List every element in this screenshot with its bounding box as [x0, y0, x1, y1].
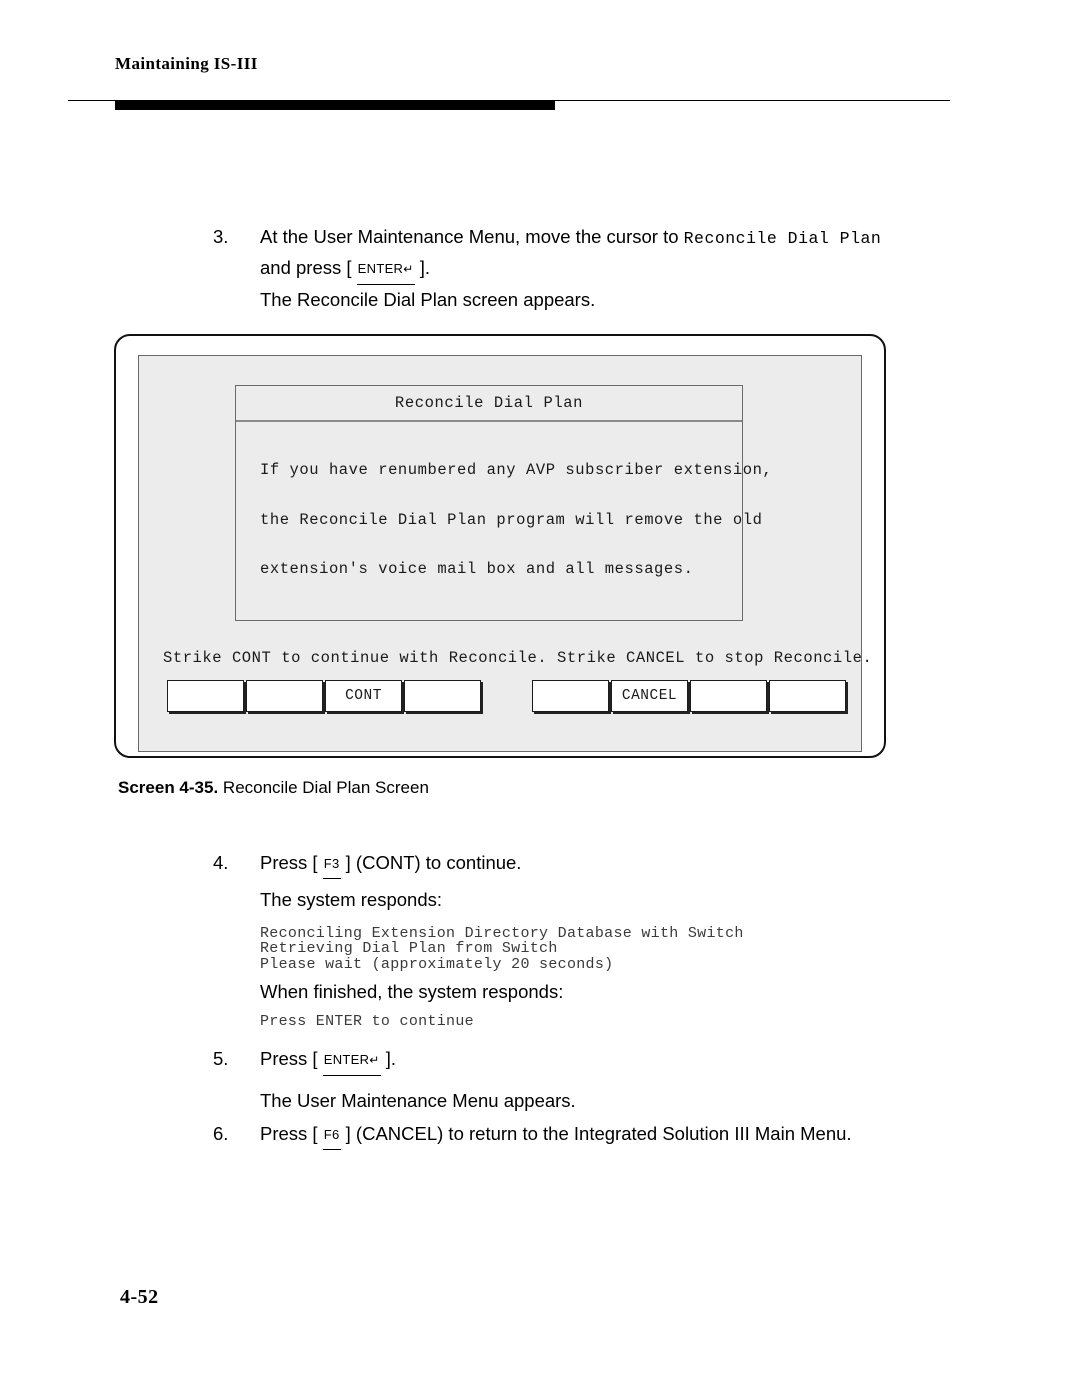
function-key-f6-cancel[interactable]: CANCEL — [611, 680, 688, 712]
step-4-body: Press [ F3 ] (CONT) to continue. — [260, 848, 960, 880]
function-key-f2[interactable] — [246, 680, 323, 712]
step-3-text-line2-after: ]. — [414, 257, 431, 278]
dialog-title: Reconcile Dial Plan — [236, 386, 742, 422]
f3-key-cap: F3 — [322, 849, 341, 879]
f6-key-cap: F6 — [322, 1120, 341, 1150]
system-response-line-3: Please wait (approximately 20 seconds) — [260, 956, 614, 973]
running-header-title: Maintaining IS-III — [115, 54, 258, 73]
figure-caption: Screen 4-35. Reconcile Dial Plan Screen — [118, 776, 429, 800]
step-6-number: 6. — [213, 1123, 229, 1144]
step-3-mono-term: Reconcile Dial Plan — [683, 229, 882, 248]
step-4-followup: The system responds: — [260, 889, 442, 910]
step-4-text-before: Press [ — [260, 852, 323, 873]
function-key-f3-cont[interactable]: CONT — [325, 680, 402, 712]
function-key-f4[interactable] — [404, 680, 481, 712]
dialog-body-line-2: the Reconcile Dial Plan program will rem… — [260, 510, 763, 529]
when-finished-label: When finished, the system responds: — [260, 981, 564, 1002]
function-key-row-right: CANCEL — [532, 680, 846, 712]
step-3-number: 3. — [213, 226, 229, 247]
figure-caption-text: Reconcile Dial Plan Screen — [218, 778, 429, 797]
screen-prompt-text: Strike CONT to continue with Reconcile. … — [163, 649, 873, 667]
step-5-body: Press [ ENTER↵ ]. — [260, 1044, 960, 1077]
return-arrow-icon: ↵ — [403, 262, 414, 276]
step-3-followup: The Reconcile Dial Plan screen appears. — [260, 289, 596, 310]
reconcile-dial-plan-dialog: Reconcile Dial Plan If you have renumber… — [235, 385, 773, 621]
step-5-text-before: Press [ — [260, 1048, 323, 1069]
step-6-text-after: ] (CANCEL) to return to the Integrated S… — [340, 1123, 852, 1144]
dialog-body-line-1: If you have renumbered any AVP subscribe… — [260, 461, 773, 479]
dialog-body: If you have renumbered any AVP subscribe… — [236, 422, 773, 620]
step-5-followup: The User Maintenance Menu appears. — [260, 1090, 576, 1111]
step-3-body: At the User Maintenance Menu, move the c… — [260, 222, 960, 286]
system-response-finished-line: Press ENTER to continue — [260, 1013, 474, 1030]
dialog-body-line-3: extension's voice mail box and all messa… — [260, 560, 694, 578]
function-key-f1[interactable] — [167, 680, 244, 712]
function-key-f8[interactable] — [769, 680, 846, 712]
step-6-body: Press [ F6 ] (CANCEL) to return to the I… — [260, 1119, 1040, 1151]
step-4-text-after: ] (CONT) to continue. — [340, 852, 522, 873]
function-key-row-left: CONT — [167, 680, 481, 712]
f6-key-label: F6 — [323, 1127, 340, 1142]
step-3-text-line2-before: and press [ — [260, 257, 357, 278]
f3-key-label: F3 — [323, 856, 340, 871]
step-5-text-after: ]. — [380, 1048, 397, 1069]
enter-key-label: ENTER — [357, 261, 404, 276]
return-arrow-icon-2: ↵ — [369, 1053, 380, 1067]
step-6-text-before: Press [ — [260, 1123, 323, 1144]
step-4-number: 4. — [213, 852, 229, 873]
header-accent-bar — [115, 101, 555, 110]
step-3-text-before: At the User Maintenance Menu, move the c… — [260, 226, 684, 247]
function-key-f5[interactable] — [532, 680, 609, 712]
function-key-f7[interactable] — [690, 680, 767, 712]
enter-key-cap-2: ENTER↵ — [322, 1045, 381, 1076]
figure-caption-label: Screen 4-35. — [118, 778, 219, 797]
enter-key-cap: ENTER↵ — [356, 254, 415, 285]
page-header: Maintaining IS-III — [0, 0, 1080, 120]
page-number: 4-52 — [120, 1286, 159, 1308]
enter-key-label-2: ENTER — [323, 1052, 370, 1067]
step-5-number: 5. — [213, 1048, 229, 1069]
